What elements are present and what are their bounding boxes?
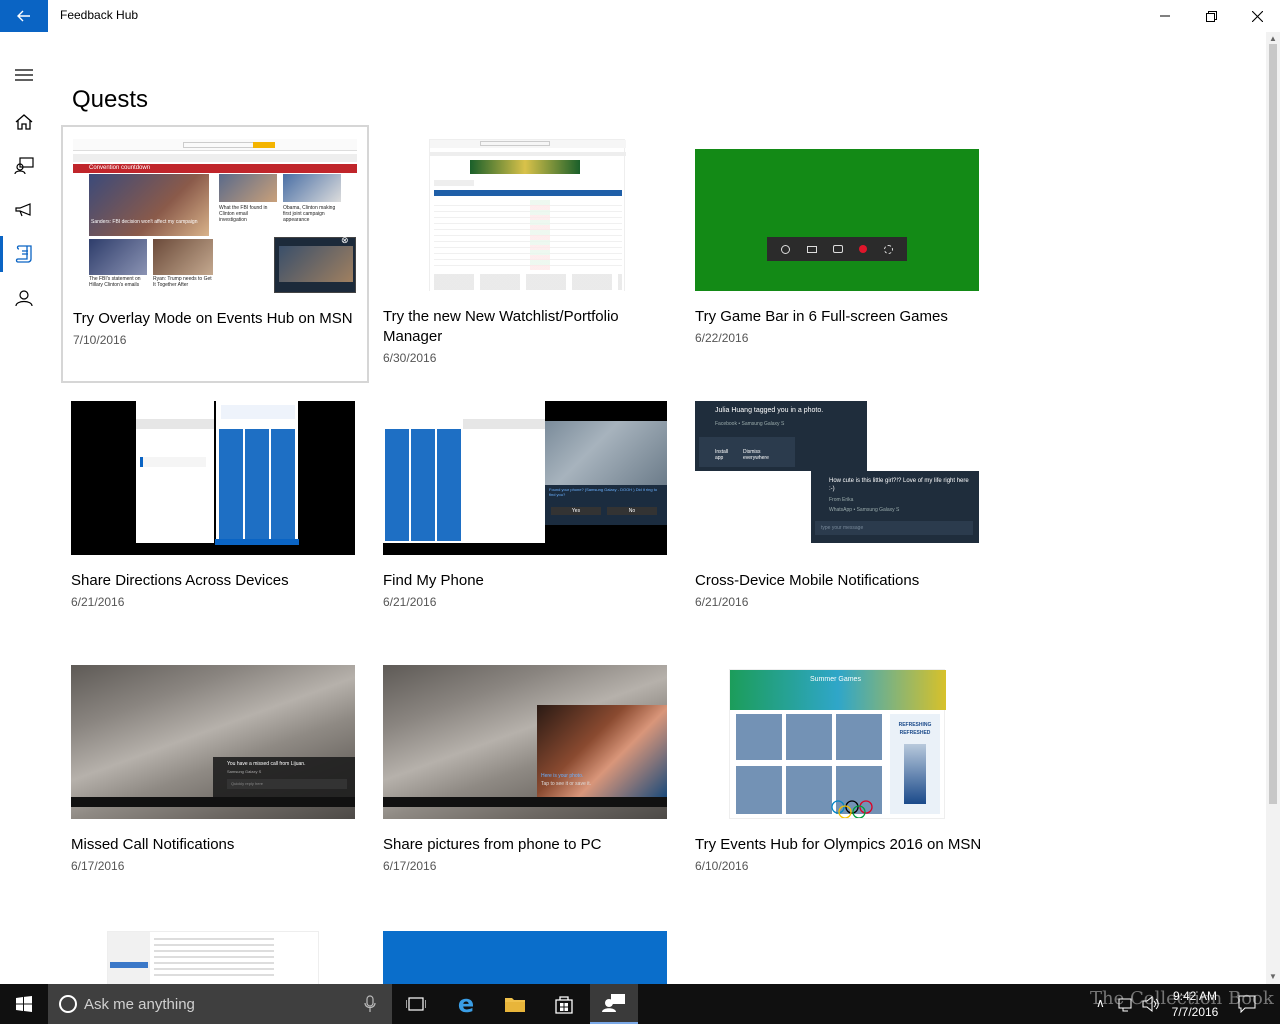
start-button[interactable]	[0, 984, 48, 1024]
edge-browser-button[interactable]: e	[442, 984, 490, 1024]
quest-date: 6/21/2016	[383, 595, 437, 609]
restore-button[interactable]	[1188, 0, 1234, 32]
back-button[interactable]	[0, 0, 48, 32]
clock-time: 9:42 AM	[1172, 989, 1218, 1003]
quest-card[interactable]	[373, 919, 681, 984]
quest-date: 6/17/2016	[383, 859, 437, 873]
feedback-icon	[14, 157, 34, 175]
close-icon	[1251, 10, 1263, 22]
quest-title: Try Game Bar in 6 Full-screen Games	[695, 308, 948, 325]
nav-item-feedback[interactable]	[0, 144, 48, 188]
store-bag-icon	[555, 996, 573, 1014]
notification-chevron-icon[interactable]: ∧	[1096, 996, 1105, 1010]
quest-thumbnail: Here is your photo. Tap to see it or sav…	[383, 665, 667, 819]
quest-card[interactable]: Share Directions Across Devices 6/21/201…	[61, 389, 369, 647]
quest-thumbnail: Summer Games REFRESHING REFRESHED	[695, 665, 979, 819]
file-explorer-button[interactable]	[491, 984, 539, 1024]
taskbar-clock[interactable]: 9:42 AM 7/7/2016	[1166, 988, 1224, 1020]
quest-thumbnail	[695, 137, 979, 291]
minimize-button[interactable]	[1142, 0, 1188, 32]
scroll-up-icon[interactable]: ▲	[1268, 34, 1278, 44]
edge-icon: e	[457, 990, 475, 1018]
nav-item-profile[interactable]	[0, 276, 48, 320]
quest-title: Share pictures from phone to PC	[383, 836, 602, 853]
app-title: Feedback Hub	[60, 8, 139, 22]
quest-date: 6/21/2016	[695, 595, 749, 609]
quest-thumbnail: You have a missed call from Lijuan. Sams…	[71, 665, 355, 819]
quest-date: 7/10/2016	[73, 333, 127, 347]
microphone-icon[interactable]	[364, 995, 376, 1013]
hamburger-icon	[15, 69, 33, 81]
olympic-rings-icon	[830, 800, 886, 819]
task-view-icon	[406, 997, 426, 1011]
quest-title: Share Directions Across Devices	[71, 572, 289, 589]
search-placeholder: Ask me anything	[84, 995, 195, 1013]
yes-button: Yes	[551, 507, 601, 515]
page-title: Quests	[72, 86, 149, 113]
store-button[interactable]	[540, 984, 588, 1024]
cortana-search-box[interactable]: Ask me anything	[48, 984, 392, 1024]
vertical-scrollbar[interactable]: ▲ ▼	[1266, 32, 1280, 984]
megaphone-icon	[15, 203, 31, 217]
no-button: No	[607, 507, 657, 515]
quest-card[interactable]	[61, 919, 369, 984]
quest-thumbnail	[383, 931, 667, 984]
quest-title: Try Overlay Mode on Events Hub on MSN	[73, 310, 353, 327]
quest-title: Try the new New Watchlist/Portfolio Mana…	[383, 308, 619, 345]
action-center-icon[interactable]	[1238, 995, 1256, 1013]
feedback-hub-icon	[602, 994, 625, 1012]
quest-thumbnail	[71, 401, 355, 555]
title-bar: Feedback Hub	[0, 0, 1280, 32]
quest-title: Try Events Hub for Olympics 2016 on MSN	[695, 836, 982, 853]
quest-scroll-icon	[15, 245, 32, 263]
person-icon	[15, 290, 33, 307]
network-icon[interactable]	[1118, 996, 1134, 1012]
minimize-icon	[1160, 15, 1170, 17]
home-icon	[15, 114, 33, 130]
quest-thumbnail	[383, 137, 667, 291]
scroll-down-icon[interactable]: ▼	[1268, 972, 1278, 982]
quest-date: 6/17/2016	[71, 859, 125, 873]
restore-icon	[1205, 10, 1217, 22]
quest-date: 6/21/2016	[71, 595, 125, 609]
quest-date: 6/22/2016	[695, 331, 749, 345]
taskbar: Ask me anything e The Collection Book ∧ …	[0, 984, 1280, 1024]
quests-page: Quests Convention countdown Sanders: FBI…	[48, 32, 1266, 984]
quest-card[interactable]: Try the new New Watchlist/Portfolio Mana…	[373, 125, 681, 383]
close-button[interactable]	[1234, 0, 1280, 32]
nav-item-quests[interactable]	[0, 232, 48, 276]
folder-icon	[505, 998, 525, 1012]
hamburger-menu-button[interactable]	[0, 53, 48, 97]
quest-thumbnail	[71, 931, 355, 984]
navigation-rail	[0, 32, 48, 984]
quest-title: Find My Phone	[383, 572, 484, 589]
quest-card[interactable]: Here is your photo. Tap to see it or sav…	[373, 653, 681, 911]
nav-item-home[interactable]	[0, 100, 48, 144]
quest-card[interactable]: Julia Huang tagged you in a photo. Faceb…	[685, 389, 993, 647]
volume-icon[interactable]	[1142, 996, 1160, 1012]
quest-title: Cross-Device Mobile Notifications	[695, 572, 920, 589]
quest-thumbnail: Found your phone? (Samsung Galaxy - DOOH…	[383, 401, 667, 555]
windows-logo-icon	[16, 996, 32, 1012]
clock-date: 7/7/2016	[1171, 1005, 1219, 1019]
quest-date: 6/30/2016	[383, 351, 437, 365]
cortana-icon	[59, 995, 77, 1013]
nav-item-announcements[interactable]	[0, 188, 48, 232]
quest-card[interactable]: Found your phone? (Samsung Galaxy - DOOH…	[373, 389, 681, 647]
quest-card[interactable]: Summer Games REFRESHING REFRESHED Try Ev…	[685, 653, 993, 911]
msn-headline: Convention countdown	[73, 164, 357, 173]
scroll-thumb[interactable]	[1269, 44, 1277, 804]
back-arrow-icon	[17, 10, 30, 22]
quest-card[interactable]: You have a missed call from Lijuan. Sams…	[61, 653, 369, 911]
quest-thumbnail: Julia Huang tagged you in a photo. Faceb…	[695, 401, 979, 555]
quest-card[interactable]: Convention countdown Sanders: FBI decisi…	[61, 125, 369, 383]
quest-date: 6/10/2016	[695, 859, 749, 873]
task-view-button[interactable]	[392, 984, 440, 1024]
quest-title: Missed Call Notifications	[71, 836, 235, 853]
close-icon: ⊗	[341, 235, 349, 245]
feedback-hub-taskbar-button[interactable]	[590, 984, 638, 1024]
quest-card[interactable]: Try Game Bar in 6 Full-screen Games 6/22…	[685, 125, 993, 383]
quest-thumbnail: Convention countdown Sanders: FBI decisi…	[73, 139, 357, 293]
